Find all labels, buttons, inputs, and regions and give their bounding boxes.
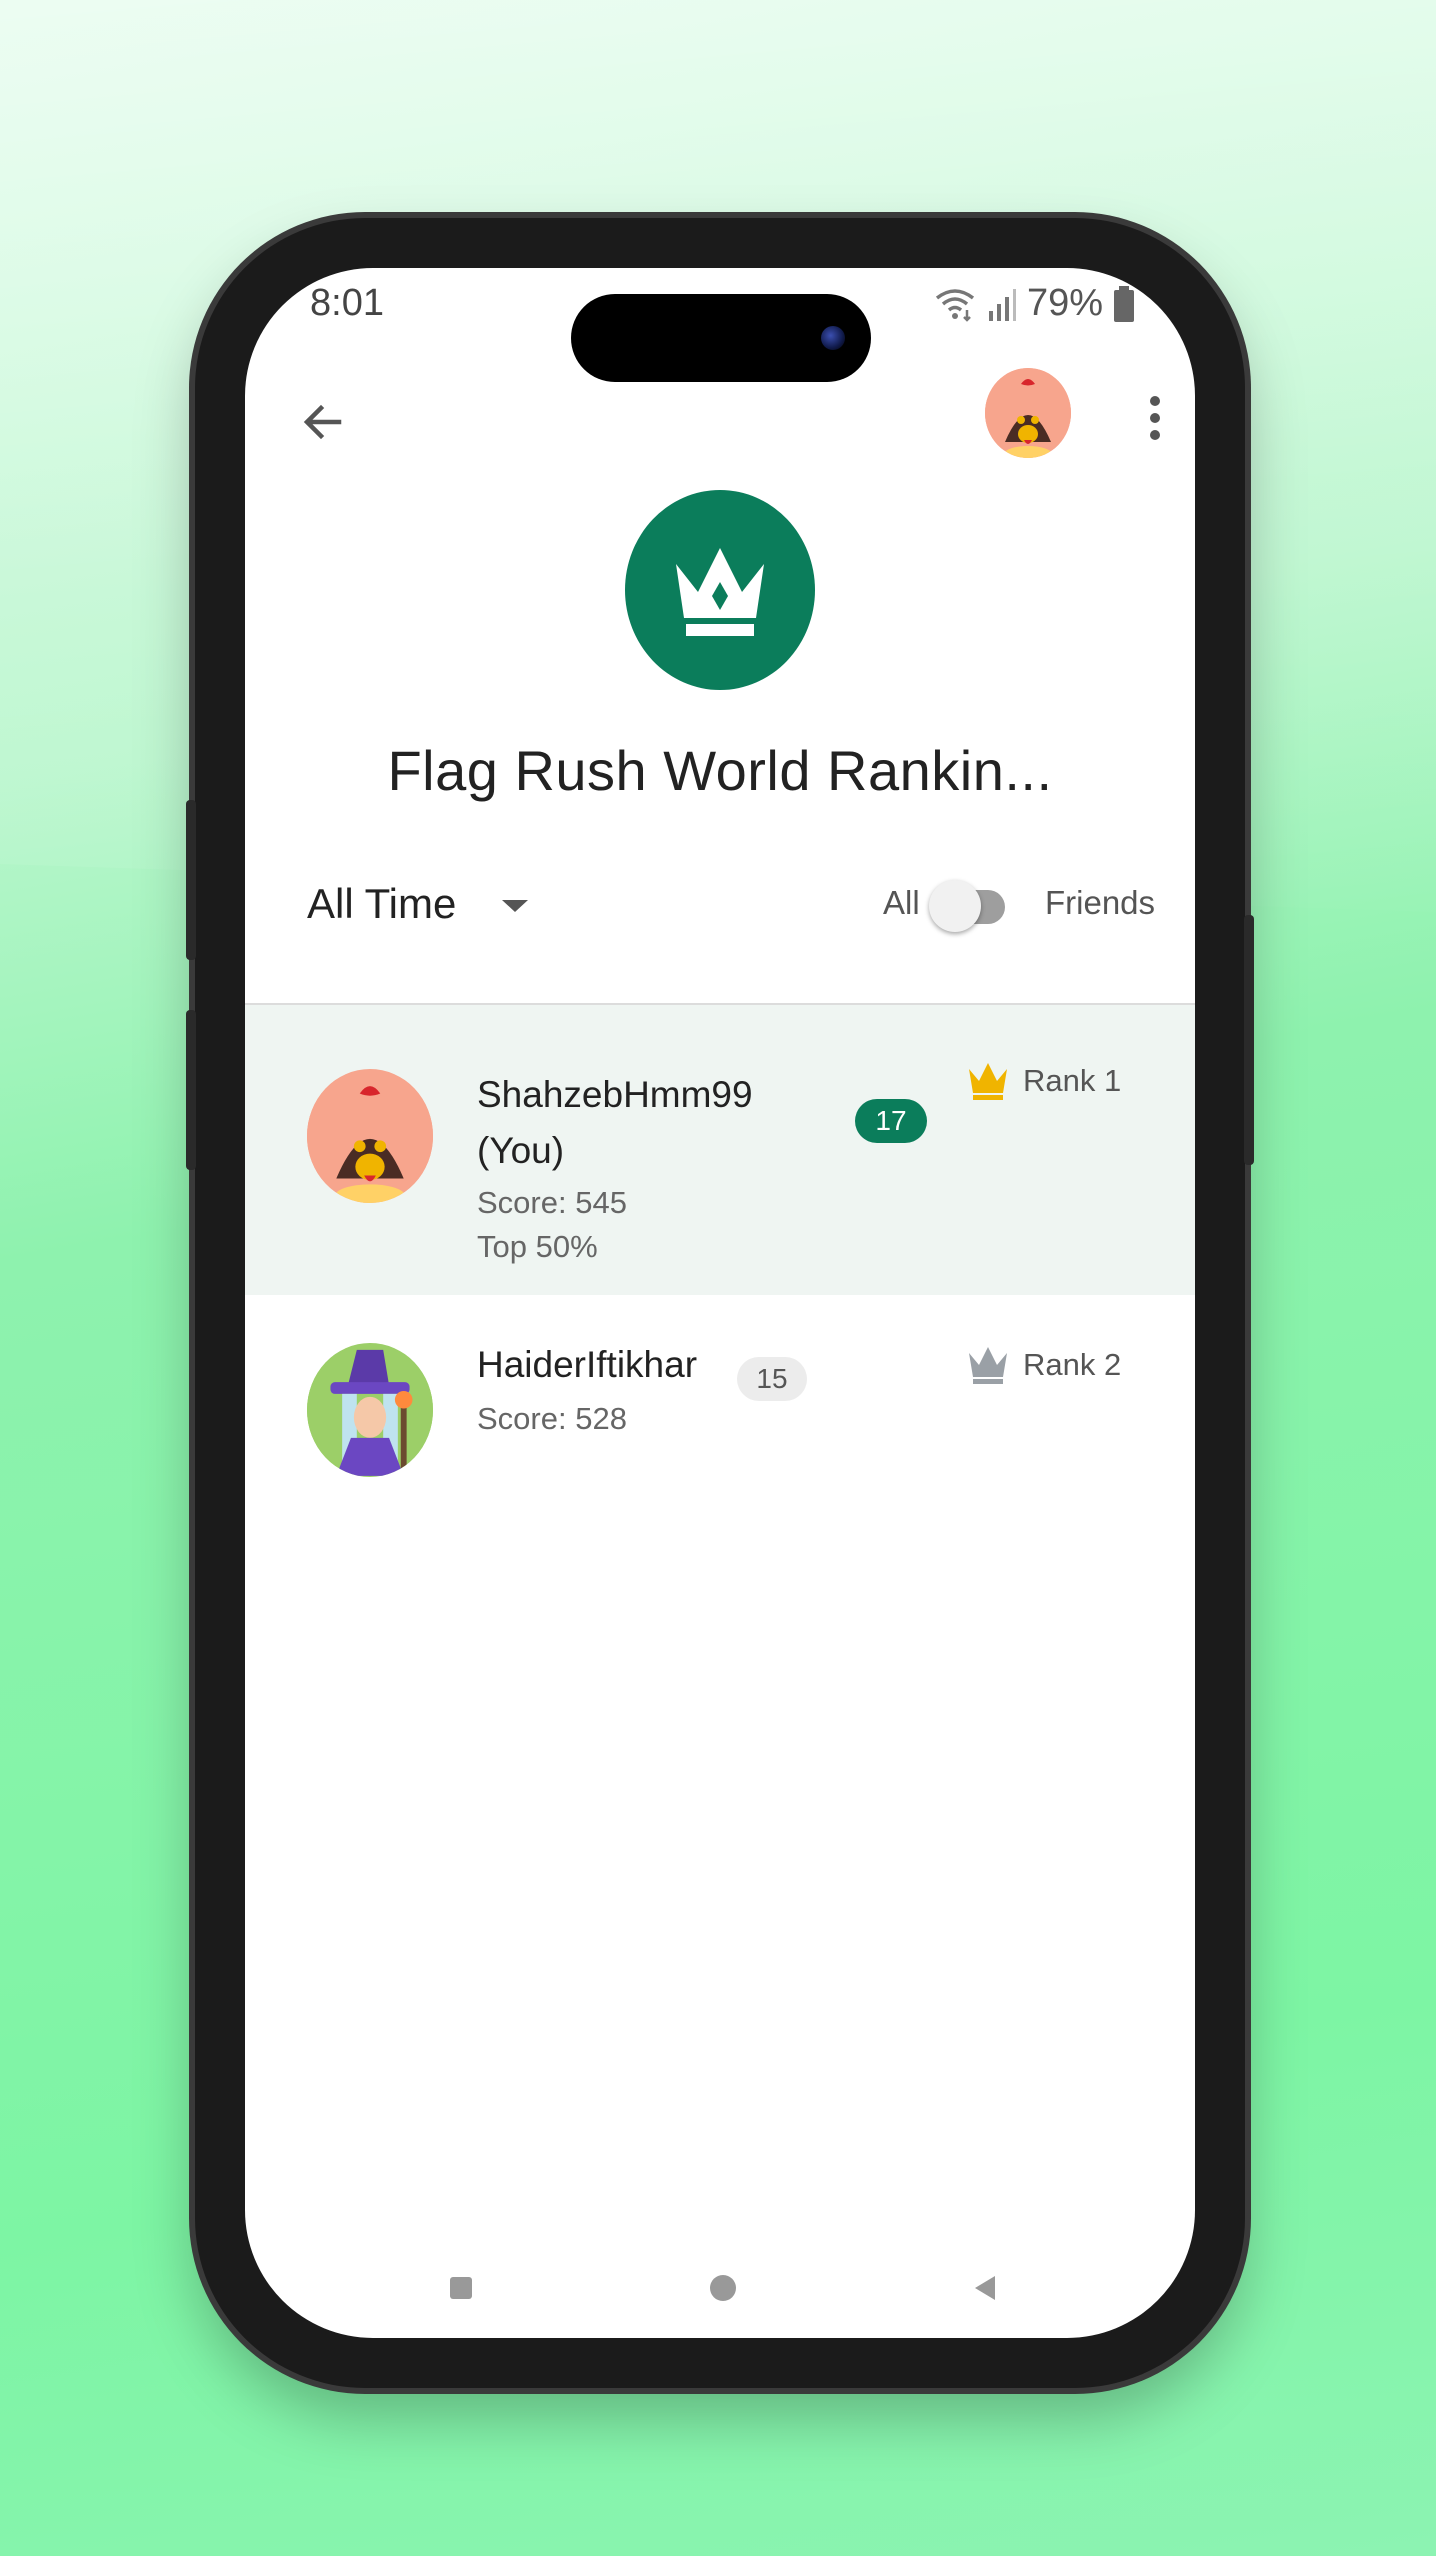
avatar <box>307 1069 433 1203</box>
power-button <box>1244 915 1254 1165</box>
rank-label: Rank 2 <box>1023 1347 1122 1382</box>
rooster-avatar-icon <box>307 1070 433 1203</box>
avatar <box>307 1343 433 1477</box>
battery-percent: 79% <box>1026 282 1103 324</box>
system-navbar <box>245 2258 1195 2318</box>
profile-avatar-button[interactable] <box>985 368 1071 458</box>
player-score: Score: 545 <box>477 1185 627 1220</box>
app-screen: 8:01 79% Flag Rush World Rankin... All T… <box>245 268 1195 2338</box>
leaderboard-row[interactable]: HaiderIftikhar 15 Score: 528 Rank 2 <box>245 1295 1195 1495</box>
signal-icon <box>988 288 1016 321</box>
volume-down-button <box>186 1010 196 1170</box>
player-name-suffix: (You) <box>477 1130 565 1171</box>
toggle-label-friends: Friends <box>1045 884 1156 921</box>
filter-row: All Time All Friends <box>245 868 1195 948</box>
dropdown-arrow-icon[interactable] <box>500 898 530 914</box>
camera-icon <box>821 326 845 350</box>
player-score: Score: 528 <box>477 1401 627 1436</box>
status-icons: 79% <box>933 282 1135 325</box>
battery-icon <box>1114 285 1134 322</box>
more-options-button[interactable] <box>1130 378 1180 458</box>
player-name: HaiderIftikhar <box>477 1344 698 1385</box>
wizard-avatar-icon <box>307 1344 433 1476</box>
rooster-avatar-icon <box>985 368 1071 458</box>
leaderboard-row-self[interactable]: ShahzebHmm99 (You) Score: 545 Top 50% 17… <box>245 1005 1195 1295</box>
player-name: ShahzebHmm99 <box>477 1074 753 1115</box>
toggle-label-all: All <box>883 884 920 921</box>
rank-label: Rank 1 <box>1023 1063 1122 1098</box>
square-icon <box>450 2277 472 2299</box>
level-badge: 17 <box>855 1099 927 1143</box>
back-nav-button[interactable] <box>955 2258 1015 2318</box>
leaderboard-badge <box>625 490 815 690</box>
triangle-back-icon <box>975 2276 995 2300</box>
home-button[interactable] <box>693 2258 753 2318</box>
crown-icon <box>676 548 764 636</box>
leaderboard-title: Flag Rush World Rankin... <box>387 739 1053 802</box>
wifi-icon <box>935 288 975 322</box>
player-percentile: Top 50% <box>477 1229 598 1264</box>
circle-icon <box>710 2275 736 2301</box>
back-button[interactable] <box>283 382 363 462</box>
recents-button[interactable] <box>431 2258 491 2318</box>
status-time: 8:01 <box>310 282 384 324</box>
level-badge: 15 <box>737 1357 807 1401</box>
arrow-left-icon <box>303 404 342 440</box>
volume-up-button <box>186 800 196 960</box>
time-range-dropdown[interactable]: All Time <box>307 880 456 928</box>
gold-crown-icon <box>969 1063 1007 1100</box>
silver-crown-icon <box>969 1347 1007 1384</box>
dynamic-island <box>571 294 871 382</box>
more-vert-icon <box>1150 396 1160 440</box>
friends-toggle-thumb[interactable] <box>929 880 981 932</box>
